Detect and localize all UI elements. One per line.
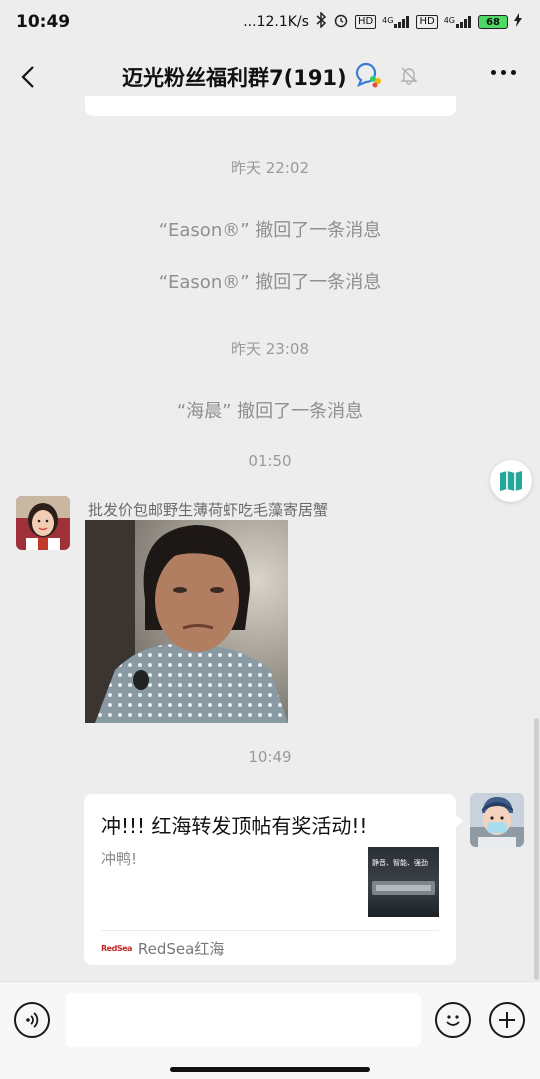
signal-icon-1: 4G: [382, 16, 410, 28]
status-time: 10:49: [16, 12, 71, 32]
timestamp-3: 01:50: [248, 452, 292, 470]
link-card-title: 冲!!! 红海转发顶帖有奖活动!!: [101, 814, 368, 838]
emoji-button[interactable]: [435, 1002, 471, 1038]
redsea-logo-icon: RedSea: [101, 944, 132, 953]
hd-badge-1: HD: [354, 15, 377, 29]
battery-icon: 68: [478, 15, 508, 29]
voice-icon: [26, 1012, 39, 1028]
status-indicators: ...12.1K/s HD 4G HD 4G 68: [243, 11, 522, 32]
more-options-button[interactable]: [491, 70, 516, 75]
my-avatar[interactable]: [470, 793, 524, 847]
smiley-icon: [446, 1015, 460, 1026]
mute-bell-icon: [399, 65, 419, 89]
link-card-message[interactable]: 冲!!! 红海转发顶帖有奖活动!! 冲鸭! 静音、智能、强劲 RedSea Re…: [84, 794, 463, 965]
hd-badge-2: HD: [416, 15, 438, 29]
link-card-source-name: RedSea红海: [137, 940, 225, 958]
scrollbar[interactable]: [534, 718, 539, 980]
title-wrap: 迈光粉丝福利群7(191): [122, 62, 419, 92]
recall-notice-1: “Eason®” 撤回了一条消息: [158, 220, 382, 241]
input-bar: [0, 981, 540, 1079]
home-indicator[interactable]: [170, 1067, 370, 1072]
image-message[interactable]: [85, 520, 288, 723]
previous-message-card[interactable]: [85, 96, 456, 116]
voice-input-button[interactable]: [14, 1002, 50, 1038]
plus-icon: [499, 1012, 515, 1028]
back-arrow-icon: [21, 66, 34, 88]
recall-notice-2: “Eason®” 撤回了一条消息: [158, 272, 382, 293]
link-card-divider: [101, 930, 439, 931]
timestamp-1: 昨天 22:02: [231, 159, 309, 177]
link-card-thumbnail: 静音、智能、强劲: [368, 847, 439, 917]
status-bar: 10:49 ...12.1K/s HD 4G HD 4G 68: [0, 0, 540, 44]
recall-notice-3: “海晨” 撤回了一条消息: [176, 401, 364, 422]
alarm-icon: [333, 12, 349, 32]
message-input[interactable]: [66, 993, 421, 1047]
chat-title: 迈光粉丝福利群7(191): [122, 66, 347, 90]
sender-name: 批发价包邮野生薄荷虾吃毛藻寄居蟹: [88, 501, 329, 519]
charging-icon: [514, 13, 522, 31]
floating-mini-program-button[interactable]: [490, 460, 532, 502]
timestamp-2: 昨天 23:08: [231, 340, 309, 358]
net-speed: ...12.1K/s: [243, 14, 309, 30]
book-icon: [500, 471, 522, 491]
back-button[interactable]: [16, 62, 40, 92]
signal-icon-2: 4G: [444, 16, 472, 28]
sender-avatar[interactable]: [16, 496, 70, 550]
link-card-source: RedSea RedSea红海: [101, 938, 224, 959]
link-card-description: 冲鸭!: [101, 850, 138, 868]
bluetooth-icon: [315, 11, 327, 32]
more-functions-button[interactable]: [489, 1002, 525, 1038]
group-chat-icon: [353, 62, 383, 92]
timestamp-4: 10:49: [248, 748, 292, 766]
